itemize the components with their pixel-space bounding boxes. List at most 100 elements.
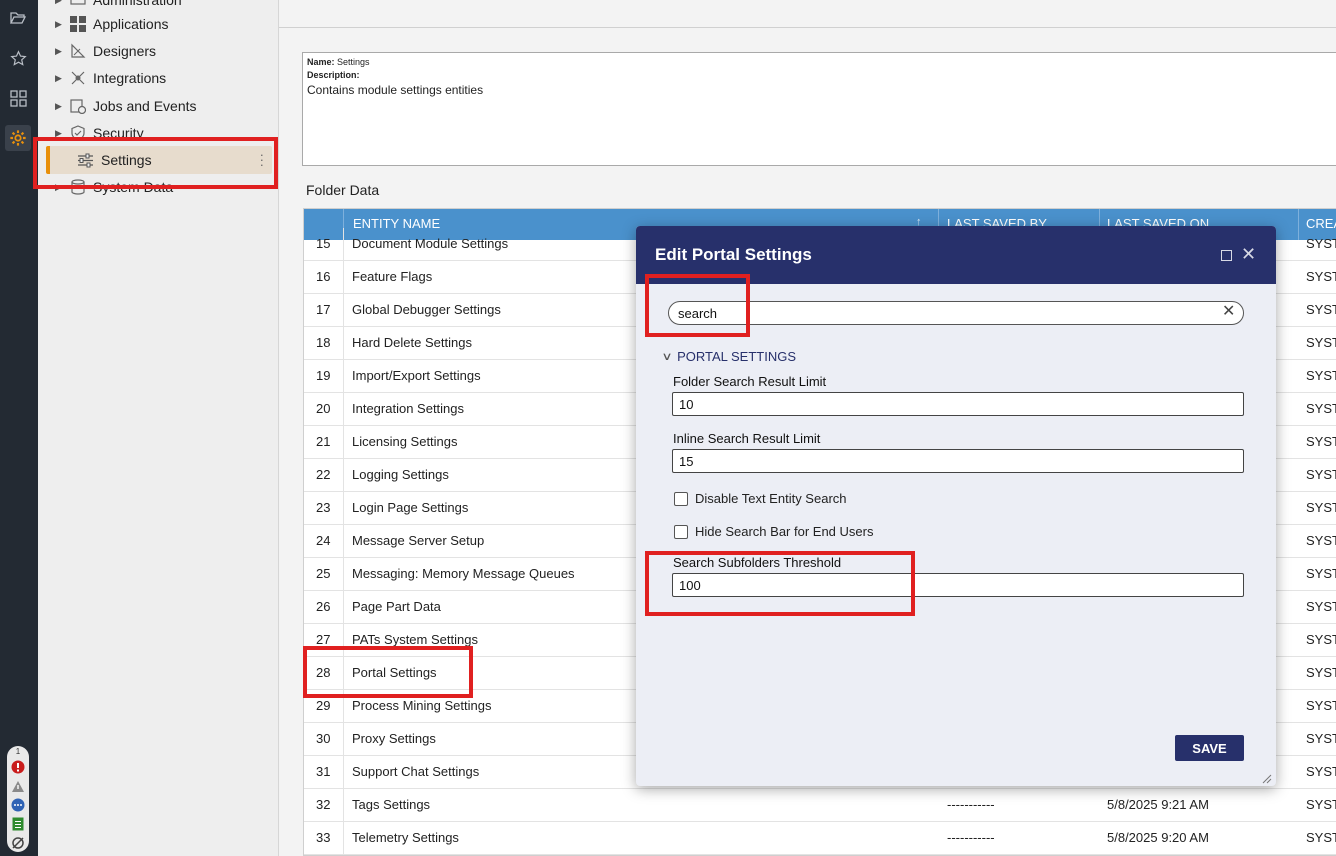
created-by-cell: SYST	[1306, 533, 1336, 548]
navigation-tree: ▶ Administration ▶ Applications ▶ Design…	[38, 0, 279, 856]
last-saved-on-cell: 5/8/2025 9:20 AM	[1107, 830, 1209, 845]
administration-icon	[69, 0, 86, 9]
checkbox-box[interactable]	[674, 524, 688, 539]
created-by-cell: SYST	[1306, 302, 1336, 317]
entity-name-cell: Tags Settings	[352, 797, 431, 812]
document-icon[interactable]	[10, 816, 26, 832]
description-value: Contains module settings entities	[307, 83, 484, 97]
dashboard-grid-icon[interactable]	[5, 85, 31, 111]
maximize-icon[interactable]	[1221, 250, 1232, 261]
last-saved-by-cell: -----------	[947, 830, 995, 845]
entity-name-cell: PATs System Settings	[352, 632, 478, 647]
folder-info-panel: Name: Settings Description: Contains mod…	[302, 52, 1336, 166]
warning-icon[interactable]	[10, 778, 26, 794]
tree-item-administration[interactable]: ▶ Administration	[38, 0, 279, 12]
jobs-events-icon	[69, 98, 86, 115]
table-row[interactable]: 32 Tags Settings ----------- 5/8/2025 9:21 …	[304, 789, 1336, 822]
description-label: Description:	[307, 70, 360, 80]
disable-text-entity-search-checkbox[interactable]: Disable Text Entity Search	[674, 491, 847, 506]
expand-arrow-icon[interactable]: ▶	[55, 73, 65, 84]
star-icon[interactable]	[5, 45, 31, 71]
tree-item-label: Administration	[93, 0, 182, 8]
tree-item-designers[interactable]: ▶ Designers	[38, 39, 279, 63]
applications-icon	[69, 16, 86, 33]
row-number: 24	[316, 533, 331, 548]
entity-name-cell: Global Debugger Settings	[352, 302, 501, 317]
tree-item-label: Designers	[93, 43, 157, 59]
entity-name-cell: Import/Export Settings	[352, 368, 481, 383]
row-number: 15	[316, 236, 331, 251]
tree-item-label: Applications	[93, 16, 169, 32]
portal-settings-section-header[interactable]: ∨ PORTAL SETTINGS	[661, 349, 797, 364]
row-number: 32	[316, 797, 331, 812]
tree-item-jobs-and-events[interactable]: ▶ Jobs and Events	[38, 94, 279, 118]
last-saved-on-cell: 5/8/2025 9:21 AM	[1107, 797, 1209, 812]
created-by-cell: SYST	[1306, 665, 1336, 680]
chevron-down-icon[interactable]: ∨	[661, 350, 672, 363]
inline-search-limit-label: Inline Search Result Limit	[673, 431, 821, 446]
checkbox-label: Disable Text Entity Search	[695, 491, 847, 506]
folder-search-limit-label: Folder Search Result Limit	[673, 374, 827, 389]
name-label: Name:	[307, 57, 335, 67]
row-number: 22	[316, 467, 331, 482]
tree-item-applications[interactable]: ▶ Applications	[38, 12, 279, 36]
highlight-settings-tree-item	[33, 137, 278, 189]
row-number: 16	[316, 269, 331, 284]
message-icon[interactable]	[10, 797, 26, 813]
created-by-cell: SYST	[1306, 401, 1336, 416]
row-number: 33	[316, 830, 331, 845]
section-label: PORTAL SETTINGS	[677, 349, 797, 364]
tree-item-label: Integrations	[93, 70, 167, 86]
row-number: 20	[316, 401, 331, 416]
expand-arrow-icon[interactable]: ▶	[55, 0, 65, 6]
created-by-cell: SYST	[1306, 830, 1336, 845]
icon-rail: 1	[0, 0, 38, 856]
row-number: 21	[316, 434, 331, 449]
folder-search-limit-input[interactable]: 10	[672, 392, 1244, 416]
settings-debug-icon[interactable]	[10, 835, 26, 851]
checkbox-box[interactable]	[674, 491, 688, 506]
row-number: 25	[316, 566, 331, 581]
close-icon[interactable]: ✕	[1241, 244, 1256, 264]
status-indicator-stack: 1	[7, 746, 29, 852]
created-by-cell: SYST	[1306, 764, 1336, 779]
created-by-cell: SYST	[1306, 236, 1336, 251]
entity-name-cell: Messaging: Memory Message Queues	[352, 566, 575, 581]
settings-search-input[interactable]: search	[668, 301, 1244, 325]
expand-arrow-icon[interactable]: ▶	[55, 101, 65, 112]
hide-search-bar-checkbox[interactable]: Hide Search Bar for End Users	[674, 524, 873, 539]
gear-icon[interactable]	[5, 125, 31, 151]
row-number: 23	[316, 500, 331, 515]
row-number: 27	[316, 632, 331, 647]
created-by-cell: SYST	[1306, 731, 1336, 746]
created-by-cell: SYST	[1306, 368, 1336, 383]
tree-item-integrations[interactable]: ▶ Integrations	[38, 66, 279, 90]
entity-name-cell: Telemetry Settings	[352, 830, 459, 845]
highlight-threshold-field	[645, 551, 915, 616]
entity-name-cell: Support Chat Settings	[352, 764, 480, 779]
created-by-cell: SYST	[1306, 335, 1336, 350]
resize-handle-icon[interactable]	[1262, 772, 1272, 784]
row-number: 31	[316, 764, 331, 779]
inline-search-limit-input[interactable]: 15	[672, 449, 1244, 473]
created-by-cell: SYST	[1306, 599, 1336, 614]
entity-name-cell: Message Server Setup	[352, 533, 485, 548]
error-icon[interactable]	[10, 759, 26, 775]
created-by-cell: SYST	[1306, 566, 1336, 581]
entity-name-cell: Login Page Settings	[352, 500, 469, 515]
created-by-cell: SYST	[1306, 467, 1336, 482]
clear-search-icon[interactable]: ✕	[1222, 304, 1235, 320]
created-by-cell: SYST	[1306, 434, 1336, 449]
save-button[interactable]: SAVE	[1175, 735, 1244, 761]
entity-name-cell: Document Module Settings	[352, 236, 509, 251]
created-by-cell: SYST	[1306, 269, 1336, 284]
created-by-cell: SYST	[1306, 698, 1336, 713]
top-bar	[279, 0, 1336, 28]
expand-arrow-icon[interactable]: ▶	[55, 19, 65, 30]
designers-icon	[69, 43, 86, 60]
folder-open-icon[interactable]	[5, 5, 31, 31]
expand-arrow-icon[interactable]: ▶	[55, 46, 65, 57]
table-row[interactable]: 33 Telemetry Settings ----------- 5/8/2025 …	[304, 822, 1336, 855]
error-count: 1	[15, 747, 21, 756]
entity-name-cell: Logging Settings	[352, 467, 449, 482]
